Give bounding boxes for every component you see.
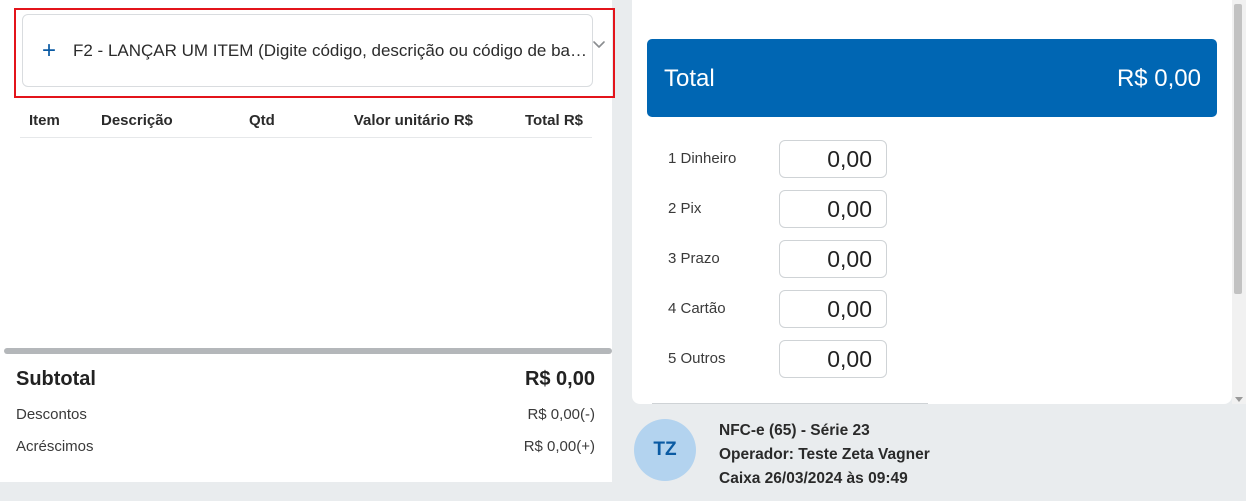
payment-input-pix[interactable]: 0,00 xyxy=(779,190,887,228)
column-header-quantity[interactable]: Qtd xyxy=(249,112,275,129)
column-header-description[interactable]: Descrição xyxy=(101,112,173,129)
total-label: Total xyxy=(664,65,715,92)
payment-input-others[interactable]: 0,00 xyxy=(779,340,887,378)
payment-label-term: 3 Prazo xyxy=(668,250,720,267)
sale-items-panel: + F2 - LANÇAR UM ITEM (Digite código, de… xyxy=(0,0,615,482)
payment-row-term: 3 Prazo 0,00 xyxy=(668,240,888,278)
payment-row-card: 4 Cartão 0,00 xyxy=(668,290,888,328)
payment-label-others: 5 Outros xyxy=(668,350,726,367)
payment-row-others: 5 Outros 0,00 xyxy=(668,340,888,378)
total-value: R$ 0,00 xyxy=(1116,65,1201,92)
add-item-input[interactable]: + F2 - LANÇAR UM ITEM (Digite código, de… xyxy=(22,14,593,87)
divider xyxy=(652,403,928,404)
nfce-series-info: NFC-e (65) - Série 23 xyxy=(719,422,870,439)
operator-info: Operador: Teste Zeta Vagner xyxy=(719,446,930,463)
payment-row-pix: 2 Pix 0,00 xyxy=(668,190,888,228)
payment-row-cash: 1 Dinheiro 0,00 xyxy=(668,140,888,178)
payment-label-cash: 1 Dinheiro xyxy=(668,150,737,167)
subtotal-label: Subtotal xyxy=(16,368,96,390)
items-table-header: Item Descrição Qtd Valor unitário R$ Tot… xyxy=(20,108,592,138)
payment-panel: Total R$ 0,00 1 Dinheiro 0,00 2 Pix 0,00… xyxy=(632,0,1232,404)
vertical-scrollbar[interactable] xyxy=(1232,0,1246,404)
payment-label-card: 4 Cartão xyxy=(668,300,726,317)
column-header-total[interactable]: Total R$ xyxy=(525,112,583,129)
total-banner: Total R$ 0,00 xyxy=(647,39,1217,117)
scroll-down-icon[interactable] xyxy=(1235,397,1243,402)
chevron-down-icon[interactable] xyxy=(592,38,606,52)
column-header-unit-price[interactable]: Valor unitário R$ xyxy=(354,112,473,129)
payment-input-term[interactable]: 0,00 xyxy=(779,240,887,278)
avatar: TZ xyxy=(634,419,696,481)
plus-icon: + xyxy=(41,36,56,64)
discount-value: R$ 0,00(-) xyxy=(527,406,595,423)
horizontal-scrollbar[interactable] xyxy=(4,348,612,354)
add-item-placeholder: F2 - LANÇAR UM ITEM (Digite código, desc… xyxy=(73,40,587,60)
highlight-frame: + F2 - LANÇAR UM ITEM (Digite código, de… xyxy=(14,8,615,98)
cashier-session-info: Caixa 26/03/2024 às 09:49 xyxy=(719,470,908,487)
subtotal-value: R$ 0,00 xyxy=(524,368,595,390)
column-header-item[interactable]: Item xyxy=(29,112,60,129)
surcharge-value: R$ 0,00(+) xyxy=(523,438,595,455)
payment-input-card[interactable]: 0,00 xyxy=(779,290,887,328)
scrollbar-thumb[interactable] xyxy=(1234,4,1242,294)
discount-label: Descontos xyxy=(16,406,87,423)
surcharge-label: Acréscimos xyxy=(16,438,94,455)
payment-label-pix: 2 Pix xyxy=(668,200,702,217)
payment-input-cash[interactable]: 0,00 xyxy=(779,140,887,178)
